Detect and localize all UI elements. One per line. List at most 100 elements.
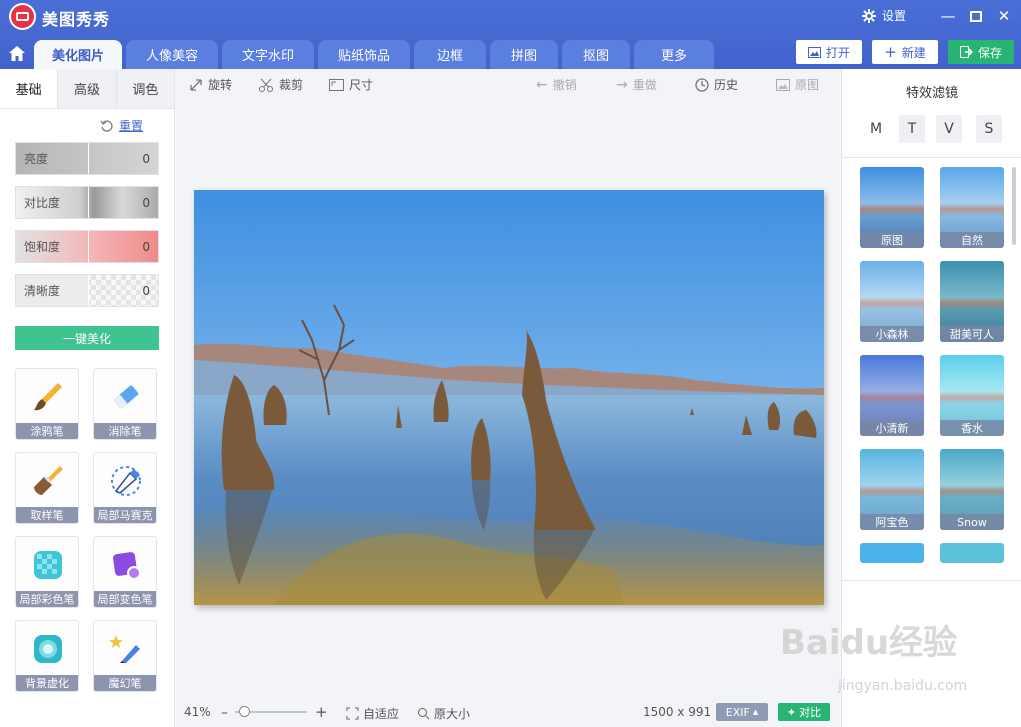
fit-label: 自适应 (363, 707, 400, 721)
tab-beautify[interactable]: 美化图片 (34, 40, 122, 69)
effect-fresh[interactable]: 小清新 (860, 355, 924, 436)
effect-original[interactable]: 原图 (860, 167, 924, 248)
effect-label: 原图 (860, 232, 924, 248)
tab-text-watermark[interactable]: 文字水印 (222, 40, 314, 69)
contrast-slider[interactable]: 对比度 0 (15, 186, 159, 219)
compare-button[interactable]: ✦ 对比 (778, 703, 830, 721)
tool-label: 取样笔 (16, 507, 78, 523)
effect-more-1[interactable] (860, 543, 924, 563)
crop-label: 裁剪 (279, 78, 304, 92)
photo-canvas[interactable] (194, 190, 824, 605)
auto-beautify-button[interactable]: 一键美化 (15, 326, 159, 350)
settings-button[interactable]: 设置 (862, 7, 906, 24)
effects-category-m[interactable]: M (863, 115, 889, 143)
brightness-slider[interactable]: 亮度 0 (15, 142, 159, 175)
effect-thumbnail (860, 543, 924, 563)
redo-label: 重做 (632, 78, 657, 92)
brightness-label: 亮度 (24, 152, 49, 166)
tab-more[interactable]: 更多 (634, 40, 714, 69)
open-button[interactable]: 打开 (796, 40, 862, 64)
tab-advanced[interactable]: 高级 (57, 69, 116, 108)
effect-abao[interactable]: 阿宝色 (860, 449, 924, 530)
original-label: 原图 (795, 78, 820, 92)
tab-cutout[interactable]: 抠图 (562, 40, 630, 69)
effects-title: 特效滤镜 (905, 86, 958, 101)
edit-toolbar: 旋转 裁剪 尺寸 ← 撤销 → 重做 历史 原图 (175, 69, 841, 99)
effect-small-forest[interactable]: 小森林 (860, 261, 924, 342)
tab-color-tone[interactable]: 调色 (115, 69, 174, 108)
effects-category-v[interactable]: V (936, 115, 962, 143)
zoom-out-button[interactable]: – (221, 705, 228, 721)
zoom-slider-handle[interactable] (239, 706, 250, 717)
reset-label: 重置 (119, 119, 144, 133)
rotate-icon (190, 78, 202, 91)
maximize-button[interactable] (966, 6, 986, 26)
zoom-in-button[interactable]: + (315, 703, 328, 721)
tool-mosaic-pen[interactable]: 局部马赛克 (93, 452, 157, 524)
effect-label: 香水 (940, 420, 1004, 436)
fit-button[interactable]: 自适应 (346, 705, 399, 722)
exif-button[interactable]: EXIF ▲ (716, 703, 768, 721)
crop-button[interactable]: 裁剪 (259, 76, 303, 93)
effect-natural[interactable]: 自然 (940, 167, 1004, 248)
effect-perfume[interactable]: 香水 (940, 355, 1004, 436)
photo-image (194, 190, 824, 605)
tool-doodle-pen[interactable]: 涂鸦笔 (15, 368, 79, 440)
redo-icon: → (616, 76, 628, 93)
effect-snow[interactable]: Snow (940, 449, 1004, 530)
effects-category-s[interactable]: S (976, 115, 1002, 143)
rotate-button[interactable]: 旋转 (189, 76, 232, 93)
sharpness-label: 清晰度 (16, 275, 88, 306)
home-button[interactable] (0, 38, 34, 69)
color-pen-icon (30, 547, 66, 583)
image-icon (807, 46, 821, 58)
divider (842, 580, 1021, 581)
original-button[interactable]: 原图 (776, 76, 819, 93)
rotate-label: 旋转 (208, 78, 233, 92)
exif-label: EXIF (725, 705, 750, 719)
clock-icon (695, 77, 709, 92)
effects-scrollbar[interactable] (1012, 167, 1016, 245)
tool-eraser[interactable]: 消除笔 (93, 368, 157, 440)
tool-local-color-pen[interactable]: 局部彩色笔 (15, 536, 79, 608)
resize-button[interactable]: 尺寸 (329, 76, 373, 93)
saturation-slider[interactable]: 饱和度 0 (15, 230, 159, 263)
tool-magic-pen[interactable]: 魔幻笔 (93, 620, 157, 692)
gear-icon (862, 8, 876, 23)
reset-button[interactable]: 重置 (100, 117, 143, 134)
actual-size-button[interactable]: 原大小 (417, 705, 470, 722)
close-button[interactable]: ✕ (994, 6, 1014, 26)
minimize-button[interactable]: — (938, 6, 958, 26)
main-nav: 美化图片 人像美容 文字水印 贴纸饰品 边框 拼图 抠图 更多 (0, 38, 718, 69)
undo-button[interactable]: ← 撤销 (536, 76, 577, 93)
magnifier-icon (418, 708, 430, 720)
tab-basic[interactable]: 基础 (0, 69, 58, 108)
tab-collage[interactable]: 拼图 (490, 40, 558, 69)
maximize-icon (970, 10, 982, 22)
magic-pen-icon (108, 631, 144, 667)
tab-frames[interactable]: 边框 (414, 40, 486, 69)
tool-background-blur[interactable]: 背景虚化 (15, 620, 79, 692)
home-icon (9, 46, 25, 61)
image-icon (776, 78, 790, 91)
tab-stickers[interactable]: 贴纸饰品 (318, 40, 410, 69)
history-button[interactable]: 历史 (695, 76, 738, 93)
effect-sweet[interactable]: 甜美可人 (940, 261, 1004, 342)
resize-label: 尺寸 (349, 78, 374, 92)
tool-local-recolor-pen[interactable]: 局部变色笔 (93, 536, 157, 608)
save-button[interactable]: 保存 (948, 40, 1014, 64)
eraser-icon (108, 379, 144, 415)
effect-label: Snow (940, 514, 1004, 530)
compare-label: 对比 (799, 706, 822, 719)
settings-label: 设置 (882, 9, 907, 23)
plus-icon: + (884, 43, 897, 61)
reset-icon (100, 119, 113, 132)
effect-more-2[interactable] (940, 543, 1004, 563)
sharpness-slider[interactable]: 清晰度 0 (15, 274, 159, 307)
app-logo-icon (9, 3, 36, 30)
new-button[interactable]: + 新建 (872, 40, 938, 64)
tab-portrait[interactable]: 人像美容 (126, 40, 218, 69)
effects-category-t[interactable]: T (899, 115, 925, 143)
redo-button[interactable]: → 重做 (616, 76, 657, 93)
tool-sampling-brush[interactable]: 取样笔 (15, 452, 79, 524)
